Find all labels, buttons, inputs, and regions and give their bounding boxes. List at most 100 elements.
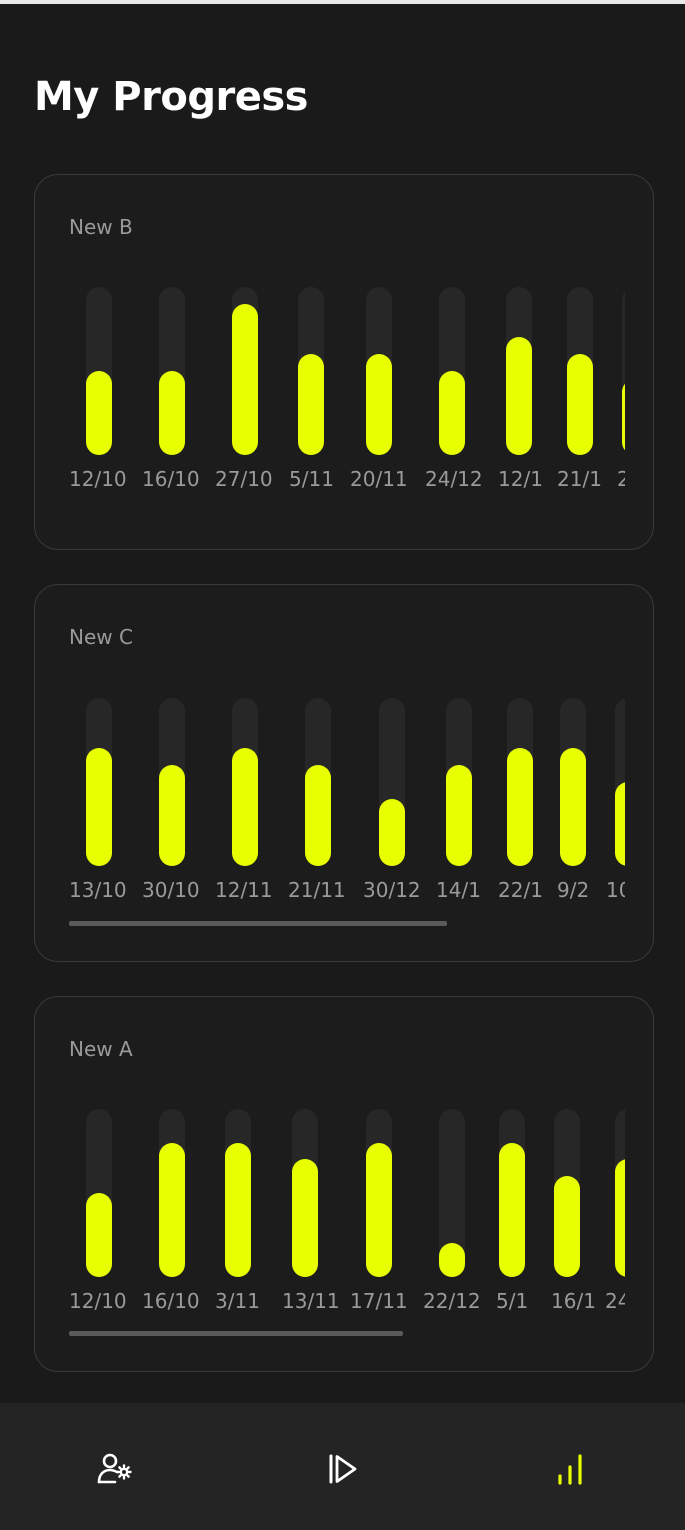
- bar-label: 24/12: [425, 467, 483, 491]
- bar-fill: [379, 799, 405, 866]
- bar-label: 13/11: [282, 1289, 340, 1313]
- page-title: My Progress: [34, 74, 308, 120]
- bar-fill: [615, 782, 625, 866]
- card-title: New C: [69, 625, 133, 649]
- bar-label: 21/11: [288, 878, 346, 902]
- bar-fill: [86, 371, 112, 455]
- bar-track: [159, 698, 185, 866]
- bar-track: [567, 287, 593, 455]
- bar-fill: [366, 354, 392, 455]
- bar-label: 12/10: [69, 1289, 127, 1313]
- bar-label: 14/1: [436, 878, 481, 902]
- progress-card: New C 13/10 30/10 12/11 21/11 30/12 14/1 22/1 9…: [34, 584, 654, 962]
- bar-track: [232, 287, 258, 455]
- bar-fill: [507, 748, 533, 866]
- bar-fill: [567, 354, 593, 455]
- bar-track: [366, 287, 392, 455]
- bar-fill: [560, 748, 586, 866]
- bottom-navigation: [0, 1403, 685, 1530]
- bar-label: 12/1: [498, 467, 543, 491]
- bar-track: [615, 698, 625, 866]
- bar-fill: [232, 748, 258, 866]
- user-gear-icon: [97, 1453, 132, 1484]
- bar-fill: [615, 1159, 625, 1277]
- bar-track: [86, 287, 112, 455]
- bar-track: [554, 1109, 580, 1277]
- top-divider: [0, 0, 685, 4]
- bar-label: 12/10: [69, 467, 127, 491]
- bar-track: [615, 1109, 625, 1277]
- bar-track: [507, 698, 533, 866]
- horizontal-scrollbar[interactable]: [69, 1331, 403, 1336]
- bar-track: [560, 698, 586, 866]
- bar-fill: [554, 1176, 580, 1277]
- bar-fill: [506, 337, 532, 455]
- bar-fill: [446, 765, 472, 866]
- progress-card: New A 12/10 16/10 3/11 13/11 17/11 22/12 5/1 16…: [34, 996, 654, 1372]
- play-icon: [329, 1454, 357, 1484]
- card-title: New B: [69, 215, 133, 239]
- bar-fill: [159, 1143, 185, 1277]
- bar-fill: [159, 371, 185, 455]
- bar-fill: [439, 1243, 465, 1277]
- bar-label: 5/1: [496, 1289, 529, 1313]
- bar-label: 10: [606, 878, 625, 902]
- bar-fill: [305, 765, 331, 866]
- bar-fill: [366, 1143, 392, 1277]
- bar-track: [86, 1109, 112, 1277]
- bar-track: [232, 698, 258, 866]
- bar-label: 9/2: [557, 878, 590, 902]
- bar-fill: [439, 371, 465, 455]
- horizontal-scrollbar[interactable]: [69, 921, 447, 926]
- bar-label: 16/1: [551, 1289, 596, 1313]
- bar-track: [159, 1109, 185, 1277]
- bar-track: [499, 1109, 525, 1277]
- bar-track: [439, 1109, 465, 1277]
- bar-label: 3/11: [215, 1289, 260, 1313]
- bar-track: [366, 1109, 392, 1277]
- bar-label: 30/10: [142, 878, 200, 902]
- bar-label: 30/12: [363, 878, 421, 902]
- bar-track: [292, 1109, 318, 1277]
- bar-label: 22/12: [423, 1289, 481, 1313]
- bar-track: [159, 287, 185, 455]
- bar-fill: [86, 1193, 112, 1277]
- bar-chart[interactable]: 13/10 30/10 12/11 21/11 30/12 14/1 22/1 9/2 10: [69, 698, 625, 908]
- bar-fill: [499, 1143, 525, 1277]
- bar-label: 16/10: [142, 467, 200, 491]
- bar-chart[interactable]: 12/10 16/10 3/11 13/11 17/11 22/12 5/1 16/1 24: [69, 1109, 625, 1319]
- nav-progress-button[interactable]: [456, 1403, 684, 1530]
- bar-label: 16/10: [142, 1289, 200, 1313]
- bar-fill: [232, 304, 258, 455]
- bar-track: [439, 287, 465, 455]
- bar-label: 24: [605, 1289, 625, 1313]
- bar-track: [506, 287, 532, 455]
- bar-fill: [292, 1159, 318, 1277]
- bar-fill: [622, 379, 625, 455]
- bar-fill: [298, 354, 324, 455]
- nav-play-button[interactable]: [228, 1403, 456, 1530]
- bar-label: 5/11: [289, 467, 334, 491]
- bar-fill: [86, 748, 112, 866]
- bar-fill: [159, 765, 185, 866]
- bar-track: [305, 698, 331, 866]
- bar-label: 12/11: [215, 878, 273, 902]
- progress-card: New B 12/10 16/10 27/10 5/11 20/11 24/12 12/1 2…: [34, 174, 654, 550]
- bar-track: [622, 287, 625, 455]
- bar-fill: [225, 1143, 251, 1277]
- bar-chart-icon: [558, 1454, 582, 1485]
- card-title: New A: [69, 1037, 133, 1061]
- bar-label: 21/1: [557, 467, 602, 491]
- bar-label: 13/10: [69, 878, 127, 902]
- bar-track: [298, 287, 324, 455]
- bar-track: [379, 698, 405, 866]
- bar-chart[interactable]: 12/10 16/10 27/10 5/11 20/11 24/12 12/1 21/1 2: [69, 287, 625, 497]
- bar-label: 17/11: [350, 1289, 408, 1313]
- bar-label: 2: [617, 467, 625, 491]
- nav-profile-settings-button[interactable]: [0, 1403, 228, 1530]
- bar-track: [225, 1109, 251, 1277]
- bar-track: [86, 698, 112, 866]
- bar-track: [446, 698, 472, 866]
- bar-label: 20/11: [350, 467, 408, 491]
- bar-label: 22/1: [498, 878, 543, 902]
